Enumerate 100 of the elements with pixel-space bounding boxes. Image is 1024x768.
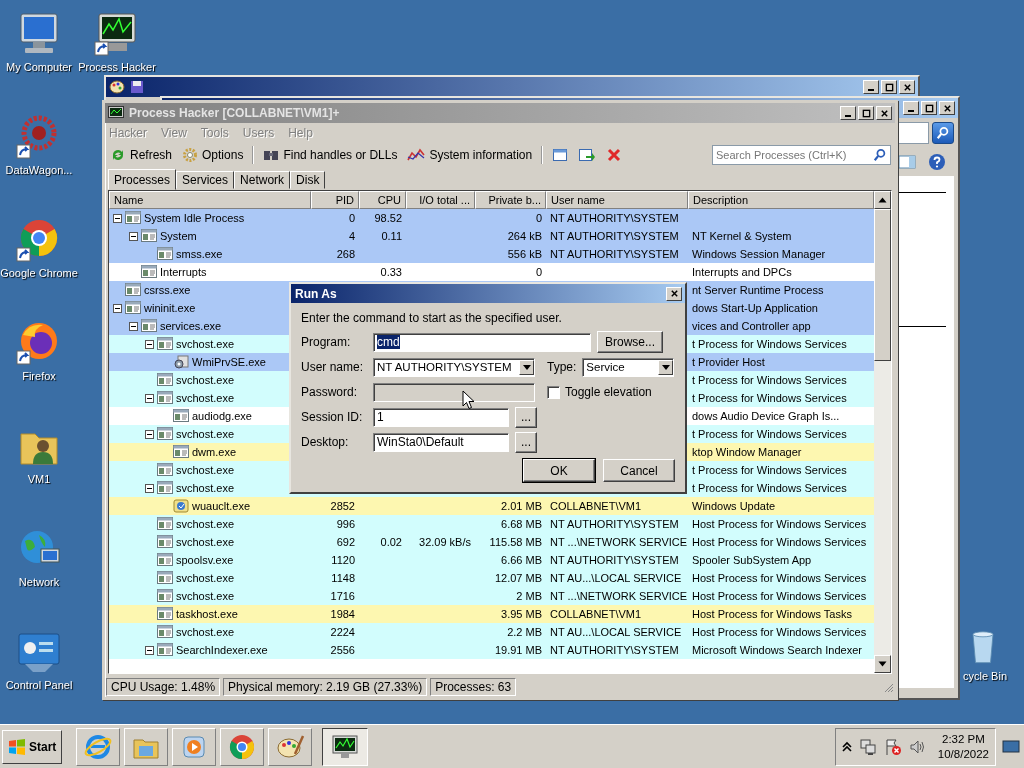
table-cell: 0 — [348, 212, 355, 224]
table-cell: 12.07 MB — [494, 572, 542, 584]
process-name: taskhost.exe — [176, 608, 238, 620]
table-cell: 556 kB — [507, 248, 542, 260]
process-name: svchost.exe — [176, 572, 235, 584]
table-cell: NT ...\NETWORK SERVICE — [550, 590, 688, 602]
table-cell: NT Kernel & System — [692, 230, 792, 242]
table-cell: Host Process for Windows Tasks — [692, 608, 852, 620]
table-cell: 2.01 MB — [501, 500, 542, 512]
field-label: Program: — [301, 335, 352, 349]
status-bar-panel: CPU Usage: 1.48% — [106, 678, 221, 696]
desktop-icon-label: Control Panel — [5, 679, 73, 691]
desktop-icon-label: Network — [18, 576, 60, 588]
desktop-icon-label: cycle Bin — [963, 670, 1008, 682]
table-cell: NT AUTHORITY\SYSTEM — [550, 248, 679, 260]
process-name: smss.exe — [176, 248, 223, 260]
desktop-icon-label: Firefox — [22, 370, 56, 382]
table-cell: 1120 — [331, 554, 355, 566]
process-name: svchost.exe — [176, 626, 235, 638]
table-cell: 1984 — [330, 608, 355, 620]
process-name: WmiPrvSE.exe — [192, 356, 266, 368]
table-cell: Host Process for Windows Services — [692, 518, 867, 530]
table-cell: t Process for Windows Services — [692, 392, 847, 404]
process-name: services.exe — [160, 320, 222, 332]
field-label: Desktop: — [301, 435, 350, 449]
table-cell: t Provider Host — [692, 356, 765, 368]
field-label: Session ID: — [301, 410, 364, 424]
instruction-text: Enter the command to start as the specified user. — [301, 311, 563, 325]
table-cell: Host Process for Windows Services — [692, 590, 867, 602]
table-cell: t Process for Windows Services — [692, 338, 847, 350]
process-name: SearchIndexer.exe — [176, 644, 268, 656]
table-cell: Host Process for Windows Services — [692, 626, 867, 638]
process-name: System — [160, 230, 197, 242]
table-cell: 264 kB — [507, 230, 542, 242]
process-name: spoolsv.exe — [176, 554, 234, 566]
table-cell: 6.68 MB — [501, 518, 542, 530]
table-cell: Windows Update — [692, 500, 776, 512]
process-name: audiodg.exe — [192, 410, 252, 422]
table-cell: 2556 — [330, 644, 355, 656]
table-cell: COLLABNET\VM1 — [550, 608, 642, 620]
process-name: wininit.exe — [144, 302, 196, 314]
table-cell: nt Server Runtime Process — [692, 284, 824, 296]
process-name: svchost.exe — [176, 482, 235, 494]
table-cell: 1148 — [331, 572, 355, 584]
table-cell: 2 MB — [516, 590, 542, 602]
table-cell: Host Process for Windows Services — [692, 536, 867, 548]
dialog-title: Run As — [295, 286, 338, 301]
process-name: Interrupts — [160, 266, 207, 278]
process-name: svchost.exe — [176, 518, 235, 530]
desktop-icon-label: My Computer — [6, 61, 72, 73]
table-cell: vices and Controller app — [692, 320, 811, 332]
process-name: csrss.exe — [144, 284, 191, 296]
table-cell: NT AUTHORITY\SYSTEM — [550, 212, 679, 224]
desktop-icon-label: Process Hacker — [78, 61, 156, 73]
field-label: Type: — [547, 360, 577, 374]
table-cell: 32.09 kB/s — [419, 536, 471, 548]
table-cell: t Process for Windows Services — [692, 482, 847, 494]
table-cell: 3.95 MB — [501, 608, 542, 620]
table-cell: 0.33 — [380, 266, 402, 278]
process-name: svchost.exe — [176, 590, 235, 602]
table-cell: 6.66 MB — [501, 554, 542, 566]
table-cell: COLLABNET\VM1 — [550, 500, 642, 512]
table-cell: NT AU...\LOCAL SERVICE — [550, 572, 682, 584]
table-cell: ktop Window Manager — [692, 446, 802, 458]
table-cell: NT AUTHORITY\SYSTEM — [550, 554, 679, 566]
table-cell: Microsoft Windows Search Indexer — [692, 644, 862, 656]
table-cell: NT ...\NETWORK SERVICE — [550, 536, 688, 548]
checkbox-label: Toggle elevation — [565, 385, 652, 399]
table-cell: NT AU...\LOCAL SERVICE — [550, 626, 682, 638]
table-cell: Spooler SubSystem App — [692, 554, 812, 566]
table-cell: 98.52 — [374, 212, 402, 224]
field-label: User name: — [301, 360, 365, 374]
process-name: svchost.exe — [176, 374, 235, 386]
table-cell: 2224 — [330, 626, 355, 638]
table-cell: NT AUTHORITY\SYSTEM — [550, 644, 679, 656]
table-cell: 996 — [336, 518, 355, 530]
desktop-icon-label: DataWagon... — [5, 164, 73, 176]
process-name: svchost.exe — [176, 338, 235, 350]
process-name: svchost.exe — [176, 428, 235, 440]
status-bar-panel: Processes: 63 — [430, 678, 517, 696]
table-cell: 4 — [348, 230, 355, 242]
desktop-icon-label: VM1 — [27, 473, 51, 485]
table-cell: t Process for Windows Services — [692, 428, 847, 440]
table-cell: 19.91 MB — [494, 644, 542, 656]
table-cell: 0 — [535, 212, 542, 224]
table-cell: Windows Session Manager — [692, 248, 826, 260]
process-name: wuauclt.exe — [192, 500, 251, 512]
table-cell: 0 — [535, 266, 542, 278]
table-cell: 1716 — [330, 590, 355, 602]
table-cell: NT AUTHORITY\SYSTEM — [550, 230, 679, 242]
table-cell: 2.2 MB — [507, 626, 542, 638]
status-bar-panel: Physical memory: 2.19 GB (27.33%) — [223, 678, 428, 696]
table-cell: Interrupts and DPCs — [692, 266, 792, 278]
window-title: Process Hacker [COLLABNET\VM1]+ — [129, 106, 341, 120]
process-name: System Idle Process — [144, 212, 245, 224]
table-cell: dows Start-Up Application — [692, 302, 818, 314]
table-cell: 268 — [336, 248, 355, 260]
desktop-icon-label: Google Chrome — [0, 267, 78, 279]
table-cell: dows Audio Device Graph Is... — [692, 410, 840, 422]
field-label: Password: — [301, 385, 359, 399]
